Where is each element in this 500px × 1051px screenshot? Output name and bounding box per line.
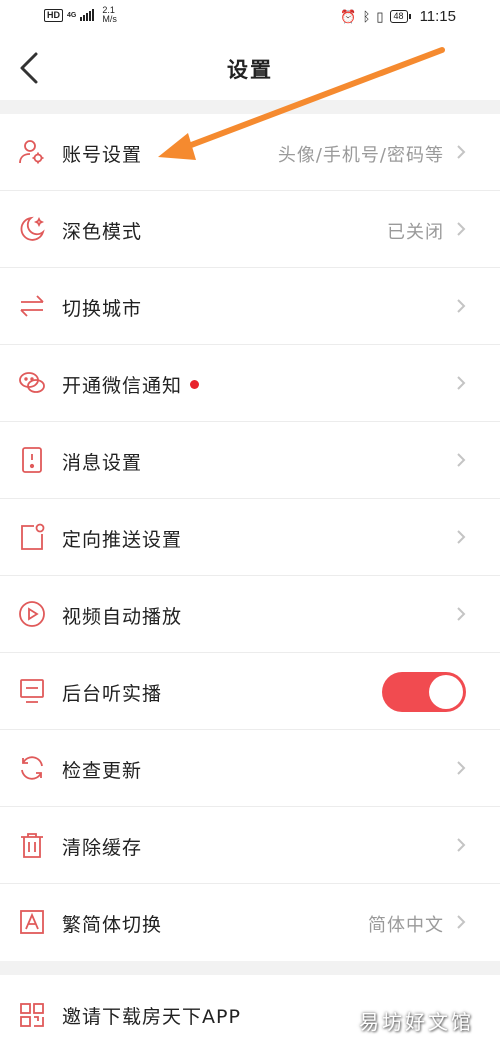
row-label: 繁简体切换 bbox=[62, 914, 163, 936]
settings-row-account[interactable]: 账号设置 头像/手机号/密码等 bbox=[0, 114, 500, 191]
chevron-right-icon bbox=[457, 453, 466, 467]
play-circle-icon bbox=[19, 601, 45, 627]
row-label: 消息设置 bbox=[62, 452, 143, 474]
network-speed: 2.1 M/s bbox=[102, 6, 117, 24]
bluetooth-icon: ᛒ bbox=[362, 8, 371, 24]
alarm-icon: ⏰ bbox=[340, 8, 357, 24]
speed-unit: M/s bbox=[102, 14, 117, 24]
swap-arrows-icon bbox=[20, 295, 44, 317]
vibrate-icon: ▯ bbox=[376, 8, 384, 24]
settings-row-background-listen: 后台听实播 bbox=[0, 653, 500, 730]
battery-icon: 48 bbox=[389, 10, 411, 23]
hd-badge: HD bbox=[44, 8, 63, 22]
chevron-right-icon bbox=[457, 376, 466, 390]
chevron-right-icon bbox=[457, 222, 466, 236]
settings-list: 账号设置 头像/手机号/密码等 深色模式 已关闭 切换城市 开通微信通知 消息设… bbox=[0, 114, 500, 961]
chevron-right-icon bbox=[457, 915, 466, 929]
status-left: HD 4G 2.1 M/s bbox=[44, 6, 117, 24]
chevron-right-icon bbox=[457, 761, 466, 775]
settings-row-update[interactable]: 检查更新 bbox=[0, 730, 500, 807]
page-title: 设置 bbox=[227, 58, 273, 82]
background-listen-toggle[interactable] bbox=[382, 672, 466, 712]
toggle-knob bbox=[429, 675, 463, 709]
clock: 11:15 bbox=[419, 8, 456, 25]
user-gear-icon bbox=[19, 140, 44, 164]
chevron-right-icon bbox=[457, 145, 466, 159]
font-a-icon bbox=[20, 910, 44, 934]
message-bell-icon bbox=[22, 447, 42, 473]
status-right: ⏰ ᛒ ▯ 48 11:15 bbox=[340, 8, 456, 25]
row-value: 简体中文 bbox=[368, 915, 444, 936]
settings-row-language[interactable]: 繁简体切换 简体中文 bbox=[0, 884, 500, 961]
refresh-icon bbox=[21, 756, 43, 780]
signal-icon bbox=[80, 9, 95, 21]
settings-row-autoplay[interactable]: 视频自动播放 bbox=[0, 576, 500, 653]
row-label: 开通微信通知 bbox=[62, 371, 200, 398]
settings-row-city[interactable]: 切换城市 bbox=[0, 268, 500, 345]
row-label: 清除缓存 bbox=[62, 837, 143, 859]
settings-row-clear-cache[interactable]: 清除缓存 bbox=[0, 807, 500, 884]
row-value: 头像/手机号/密码等 bbox=[277, 145, 444, 166]
settings-row-dark-mode[interactable]: 深色模式 已关闭 bbox=[0, 191, 500, 268]
notification-dot bbox=[190, 380, 200, 389]
network-type: 4G bbox=[67, 11, 77, 19]
row-label-text: 开通微信通知 bbox=[62, 375, 183, 397]
row-label: 检查更新 bbox=[62, 760, 143, 782]
row-label: 深色模式 bbox=[62, 221, 143, 243]
row-label: 定向推送设置 bbox=[62, 529, 183, 551]
settings-row-messages[interactable]: 消息设置 bbox=[0, 422, 500, 499]
row-label: 切换城市 bbox=[62, 298, 143, 320]
chevron-right-icon bbox=[457, 838, 466, 852]
watermark: 易坊好文馆 bbox=[359, 1010, 474, 1034]
monitor-icon bbox=[20, 679, 44, 703]
qr-code-icon bbox=[20, 1003, 44, 1027]
row-label: 邀请下载房天下APP bbox=[62, 1006, 241, 1028]
row-label: 账号设置 bbox=[62, 144, 143, 166]
row-value: 已关闭 bbox=[387, 222, 444, 243]
settings-row-wechat[interactable]: 开通微信通知 bbox=[0, 345, 500, 422]
moon-icon bbox=[20, 216, 45, 241]
status-bar: HD 4G 2.1 M/s ⏰ ᛒ ▯ 48 11:15 bbox=[0, 0, 500, 36]
trash-icon bbox=[21, 833, 43, 858]
chevron-right-icon bbox=[457, 607, 466, 621]
push-icon bbox=[21, 523, 45, 550]
chevron-right-icon bbox=[457, 530, 466, 544]
wechat-icon bbox=[19, 372, 45, 393]
settings-row-push[interactable]: 定向推送设置 bbox=[0, 499, 500, 576]
header: 设置 bbox=[0, 36, 500, 100]
row-label: 后台听实播 bbox=[62, 683, 163, 705]
row-label: 视频自动播放 bbox=[62, 606, 183, 628]
chevron-right-icon bbox=[457, 299, 466, 313]
